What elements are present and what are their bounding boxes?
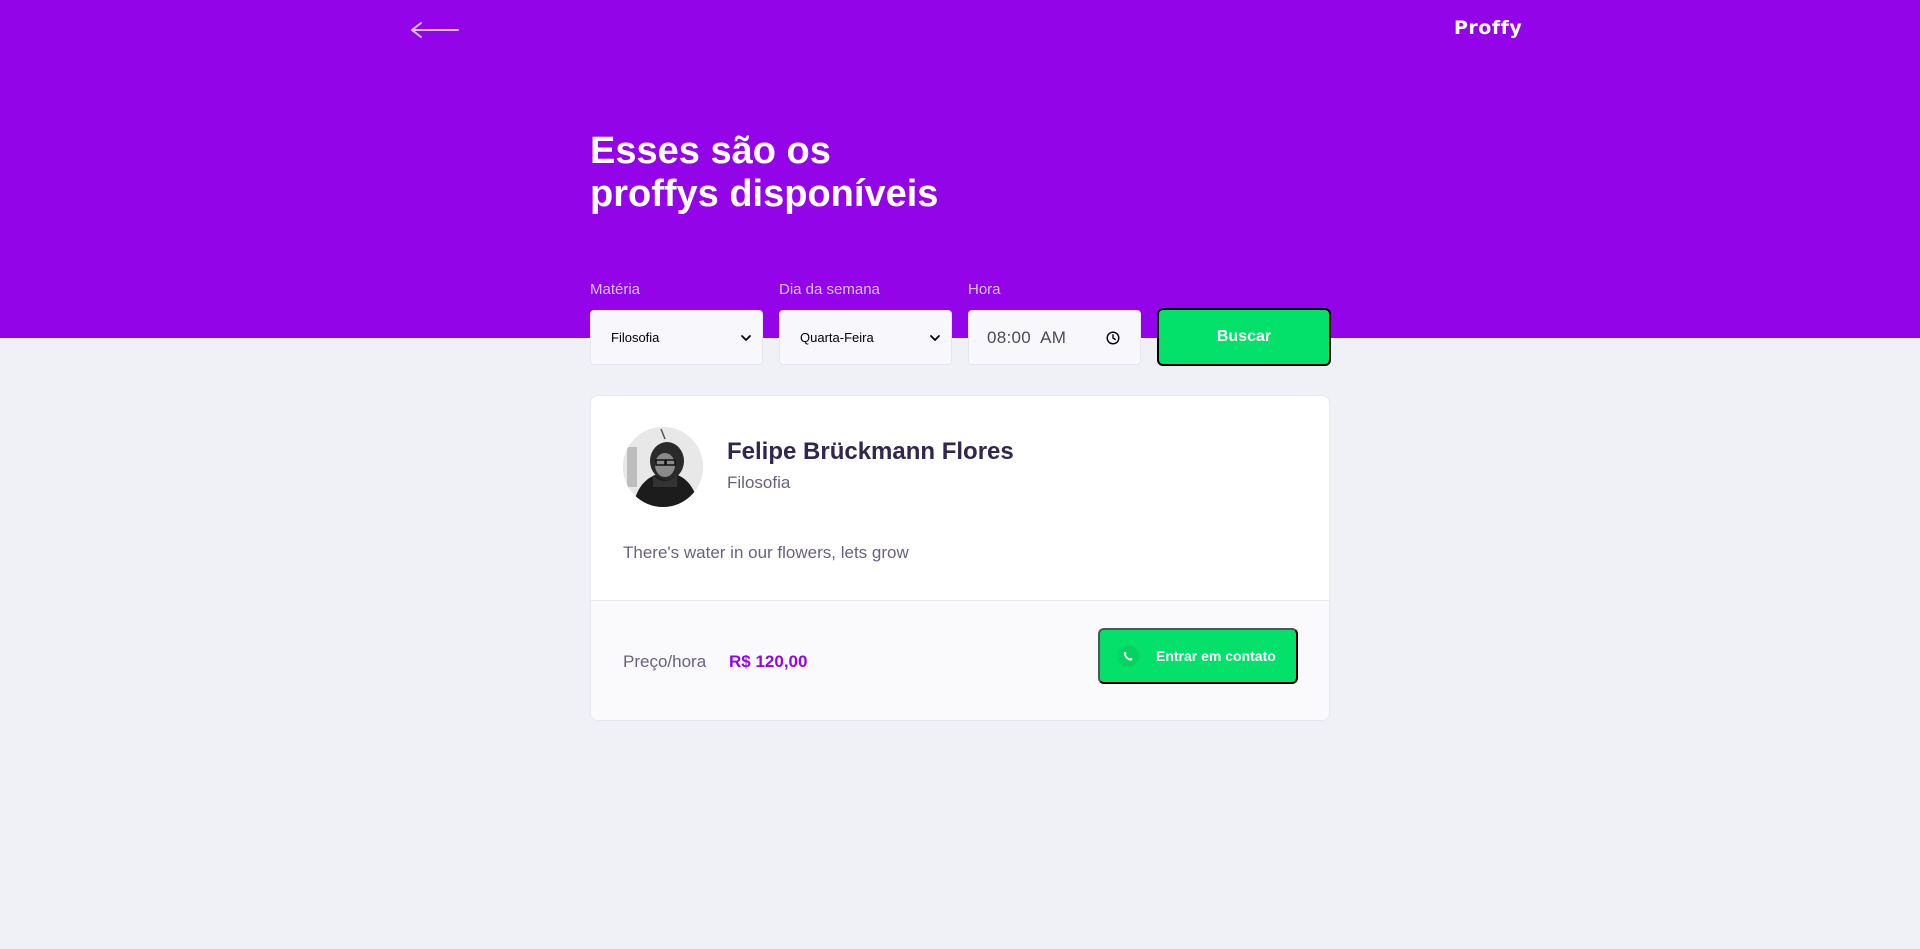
time-input[interactable]: 08:00 AM: [968, 310, 1141, 365]
arrow-left-icon: [411, 22, 459, 38]
page-title: Esses são os proffys disponíveis: [590, 130, 1010, 216]
page-header: Proffy Esses são os proffys disponíveis: [0, 0, 1920, 338]
time-label: Hora: [968, 281, 1001, 298]
subject-label: Matéria: [590, 281, 641, 298]
teacher-bio: There's water in our flowers, lets grow: [623, 543, 909, 562]
weekday-select-value: Quarta-Feira: [800, 330, 874, 345]
back-button[interactable]: [408, 18, 460, 42]
page-title-line-2: proffys disponíveis: [590, 173, 939, 215]
teacher-photo: [623, 427, 703, 507]
contact-button[interactable]: Entrar em contato: [1098, 628, 1298, 684]
search-button[interactable]: Buscar: [1157, 308, 1331, 366]
teacher-subject: Filosofia: [727, 473, 791, 492]
clock-icon[interactable]: [1106, 330, 1120, 345]
weekday-label: Dia da semana: [779, 281, 880, 298]
price-value: R$ 120,00: [729, 652, 808, 671]
avatar: [623, 427, 703, 507]
time-input-value: 08:00 AM: [987, 327, 1067, 347]
chevron-down-icon: [930, 334, 940, 341]
subject-select-value: Filosofia: [611, 330, 660, 345]
subject-select[interactable]: Filosofia: [590, 310, 763, 365]
teacher-card: Felipe Brückmann Flores Filosofia There'…: [590, 395, 1330, 721]
logo: Proffy: [1454, 17, 1523, 39]
whatsapp-icon: [1117, 645, 1139, 667]
price-label: Preço/hora: [623, 652, 707, 671]
page-title-line-1: Esses são os: [590, 130, 831, 172]
weekday-select[interactable]: Quarta-Feira: [779, 310, 952, 365]
card-footer: Preço/hora R$ 120,00 Entrar em contato: [591, 600, 1329, 720]
contact-button-label: Entrar em contato: [1156, 648, 1276, 664]
chevron-down-icon: [741, 334, 751, 341]
teacher-name: Felipe Brückmann Flores: [727, 438, 1014, 465]
top-bar: Proffy: [0, 0, 1920, 60]
